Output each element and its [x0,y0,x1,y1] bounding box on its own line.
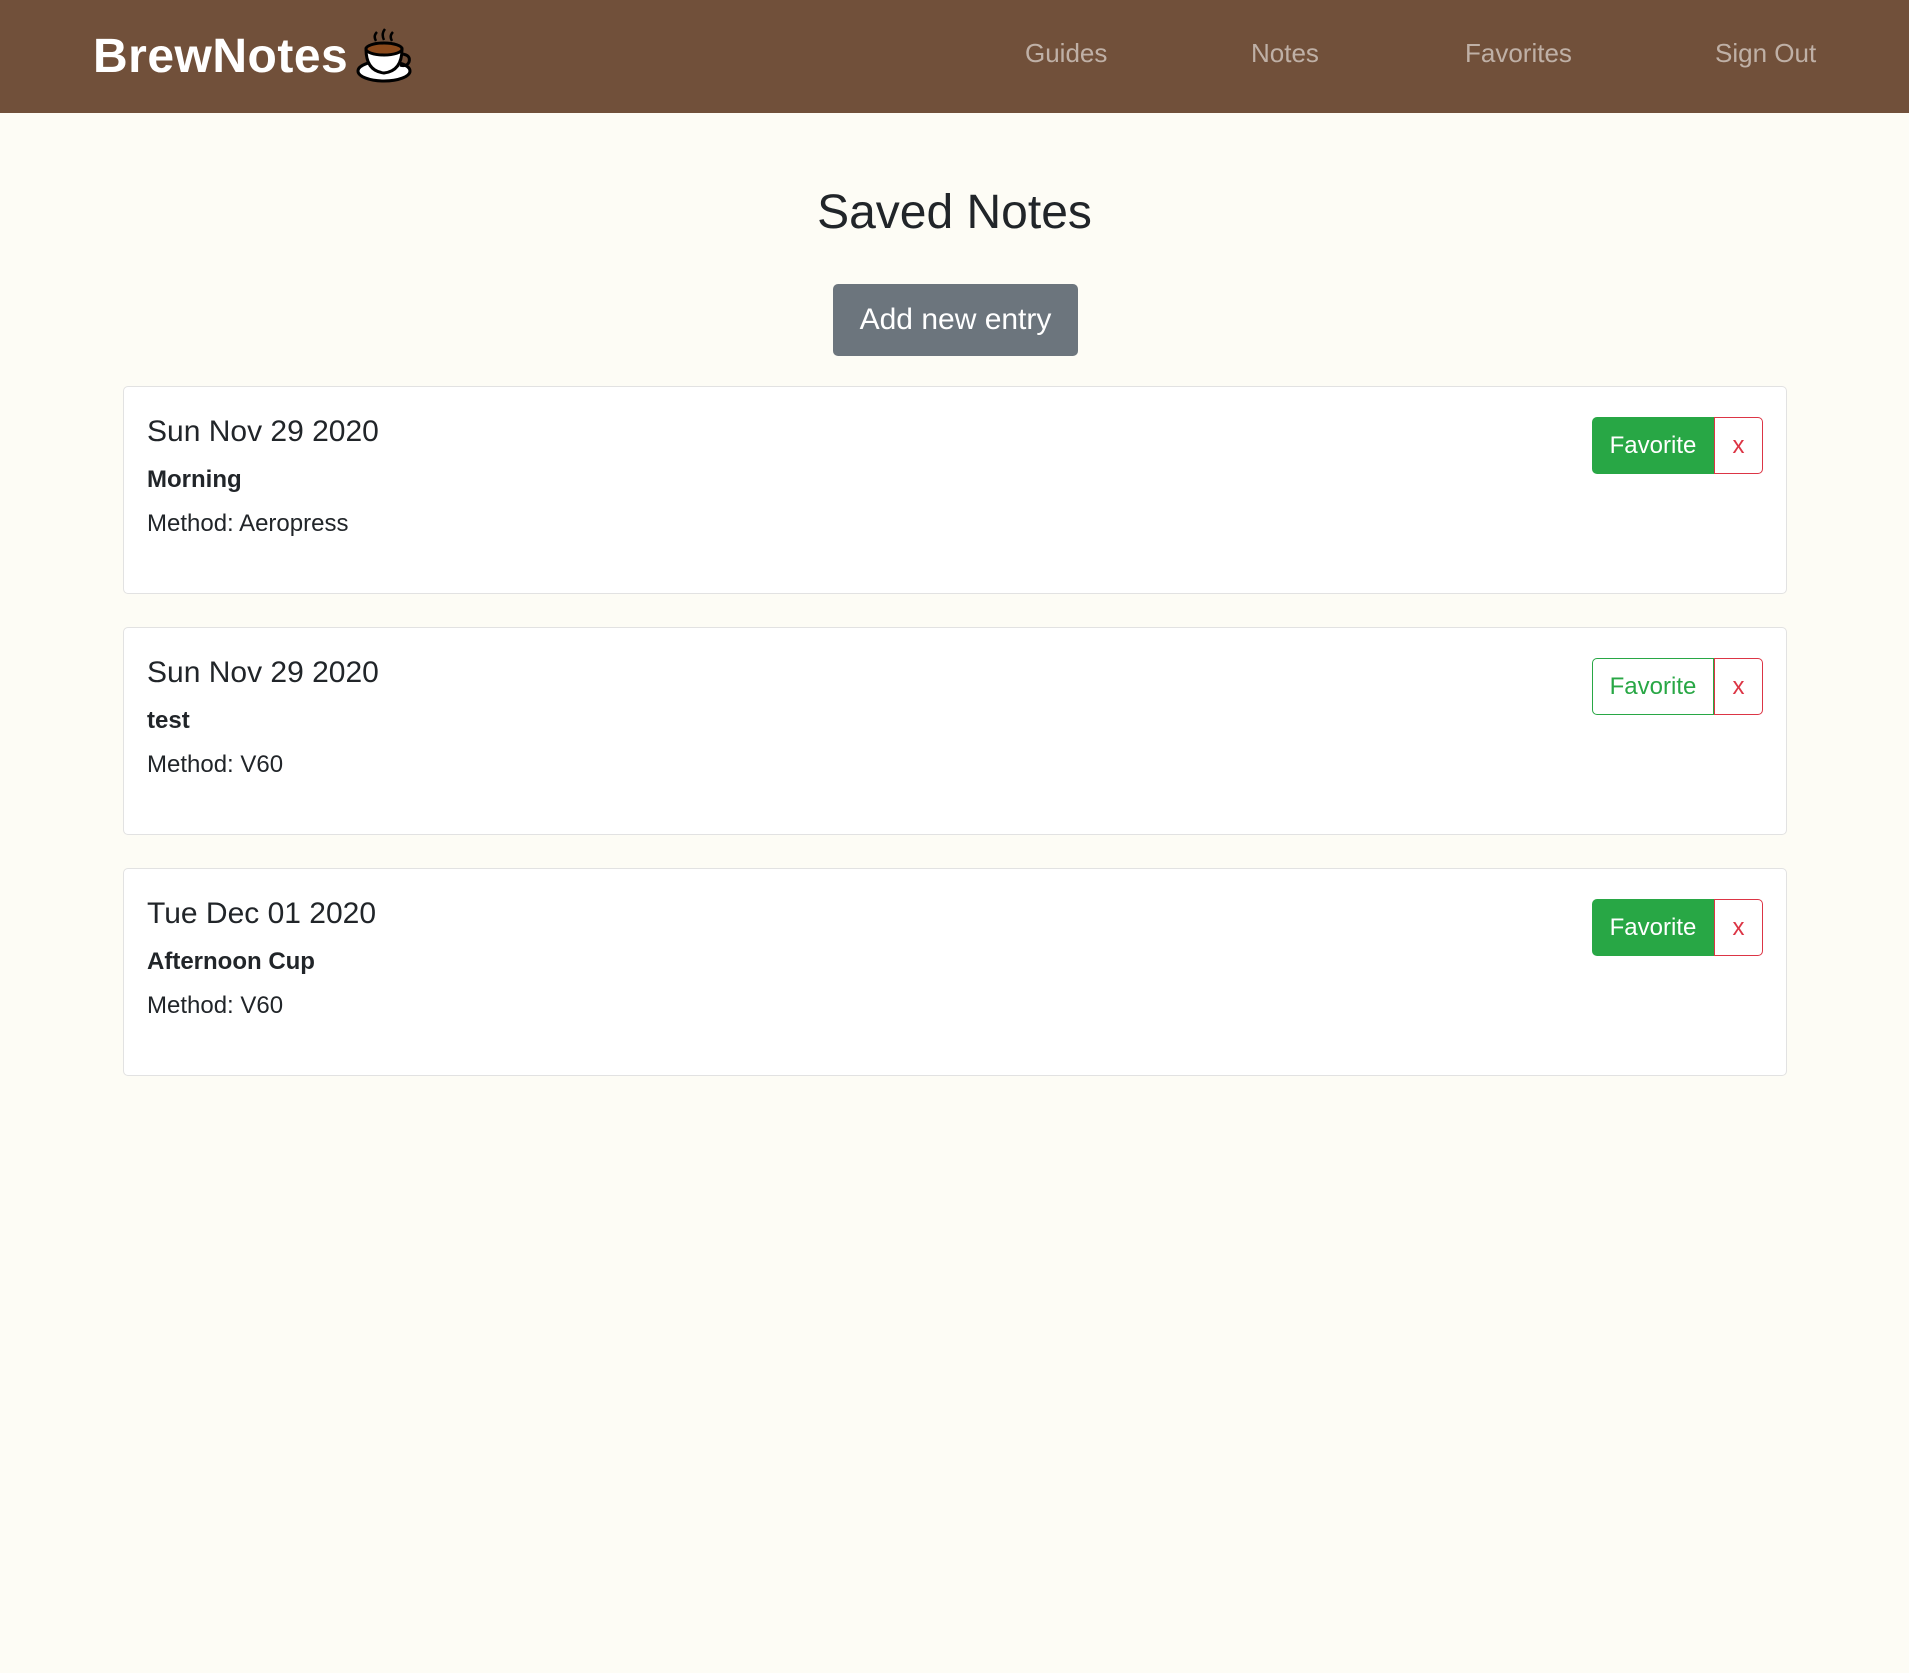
nav-guides[interactable]: Guides [1025,38,1107,69]
note-date: Sun Nov 29 2020 [147,656,379,689]
note-date: Tue Dec 01 2020 [147,897,377,930]
note-card: Tue Dec 01 2020 Afternoon Cup Method: V6… [123,868,1787,1076]
note-method: Method: V60 [147,751,284,778]
delete-button[interactable]: x [1714,417,1763,474]
note-name: Morning [147,466,242,493]
favorite-button[interactable]: Favorite [1592,658,1714,715]
note-actions: Favorite x [1592,899,1763,956]
favorite-button[interactable]: Favorite [1592,417,1714,474]
note-card: Sun Nov 29 2020 test Method: V60 Favorit… [123,627,1787,835]
brand-link[interactable]: BrewNotes [93,26,414,86]
page-title: Saved Notes [817,186,1092,239]
note-card: Sun Nov 29 2020 Morning Method: Aeropres… [123,386,1787,594]
navbar: BrewNotes Guides Notes Favorites Sign Ou… [0,0,1909,113]
note-method: Method: Aeropress [147,510,349,537]
nav-sign-out[interactable]: Sign Out [1715,38,1816,69]
brand-name: BrewNotes [93,29,349,83]
add-new-entry-button[interactable]: Add new entry [833,284,1078,356]
coffee-cup-icon [354,27,414,85]
nav-favorites[interactable]: Favorites [1465,38,1572,69]
favorite-button[interactable]: Favorite [1592,899,1714,956]
delete-button[interactable]: x [1714,658,1763,715]
note-date: Sun Nov 29 2020 [147,415,379,448]
delete-button[interactable]: x [1714,899,1763,956]
note-name: Afternoon Cup [147,948,315,975]
note-name: test [147,707,190,734]
note-method: Method: V60 [147,992,284,1019]
note-actions: Favorite x [1592,417,1763,474]
note-actions: Favorite x [1592,658,1763,715]
nav-notes[interactable]: Notes [1251,38,1319,69]
